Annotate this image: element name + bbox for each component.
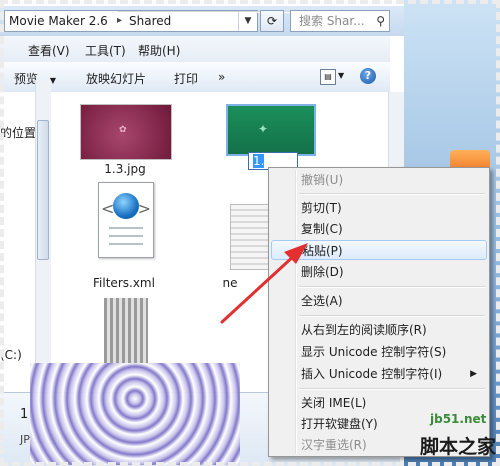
menu-item-close-ime[interactable]: 关闭 IME(L) xyxy=(271,393,487,413)
view-options-chevron-icon[interactable]: ▼ xyxy=(338,71,344,80)
menu-item-label: 粘贴(P) xyxy=(302,244,343,258)
chevron-down-icon[interactable]: ▼ xyxy=(238,11,257,31)
file-item[interactable]: < > xyxy=(92,180,156,260)
menu-item-paste[interactable]: 粘贴(P) xyxy=(271,240,487,260)
address-seg-1[interactable]: Movie Maker 2.6 xyxy=(9,11,108,31)
search-input[interactable]: 搜索 Shar... ⚲ xyxy=(290,10,390,32)
nav-scroll-thumb[interactable] xyxy=(37,120,49,260)
watermark-name: 脚本之家 xyxy=(420,436,497,458)
menu-separator xyxy=(299,193,485,195)
menu-separator xyxy=(299,286,485,288)
file-name[interactable]: Filters.xml xyxy=(74,276,174,290)
menu-item-label: 打开软键盘(Y) xyxy=(301,417,378,431)
xml-document-icon: < > xyxy=(98,182,154,258)
menu-item-label: 删除(D) xyxy=(301,265,344,279)
file-item[interactable]: ✿ xyxy=(80,104,172,160)
menu-item-rtl-reading[interactable]: 从右到左的阅读顺序(R) xyxy=(271,320,487,340)
slideshow-button[interactable]: 放映幻灯片 xyxy=(86,70,146,87)
search-icon[interactable]: ⚲ xyxy=(376,11,385,31)
menu-item-label: 插入 Unicode 控制字符(I) xyxy=(301,367,443,381)
view-options-icon[interactable]: ▤ xyxy=(320,69,336,85)
image-thumbnail-icon: ✦ xyxy=(258,122,269,136)
address-bar[interactable]: Movie Maker 2.6 ▸ Shared ▼ xyxy=(4,10,303,32)
menu-view[interactable]: 查看(V) xyxy=(28,42,70,59)
menu-item-select-all[interactable]: 全选(A) xyxy=(271,291,487,311)
globe-icon xyxy=(113,193,139,219)
search-placeholder: 搜索 Shar... xyxy=(299,14,365,28)
submenu-arrow-icon: ▶ xyxy=(470,369,477,379)
menu-item-label: 撤销(U) xyxy=(301,173,344,187)
menu-item-copy[interactable]: 复制(C) xyxy=(271,219,487,239)
toolbar: 预览 ▼ 放映幻灯片 打印 » ▤ ▼ ? xyxy=(0,62,390,93)
file-item[interactable] xyxy=(230,204,272,270)
menu-item-label: 汉字重选(R) xyxy=(301,438,367,452)
details-file-name: 1 xyxy=(20,407,29,422)
menu-item-label: 从右到左的阅读顺序(R) xyxy=(301,323,427,337)
menu-item-undo[interactable]: 撤销(U) xyxy=(271,170,487,190)
menu-item-cut[interactable]: 剪切(T) xyxy=(271,198,487,218)
help-icon[interactable]: ? xyxy=(360,68,376,84)
menu-item-delete[interactable]: 删除(D) xyxy=(271,262,487,282)
refresh-icon: ⟳ xyxy=(266,14,278,28)
menu-item-label: 关闭 IME(L) xyxy=(301,396,367,410)
image-thumbnail-icon: ✿ xyxy=(119,125,127,135)
menu-item-label: 复制(C) xyxy=(301,222,343,236)
menu-item-insert-unicode[interactable]: 插入 Unicode 控制字符(I) ▶ xyxy=(271,364,487,384)
menu-tools[interactable]: 工具(T) xyxy=(85,42,126,59)
print-button[interactable]: 打印 xyxy=(174,70,198,87)
file-item-selected[interactable]: ✦ xyxy=(226,104,316,156)
rename-text: 1. xyxy=(253,154,265,168)
file-item[interactable] xyxy=(104,298,148,368)
menu-item-label: 剪切(T) xyxy=(301,201,342,215)
menu-help[interactable]: 帮助(H) xyxy=(138,42,180,59)
menu-bar: 查看(V) 工具(T) 帮助(H) xyxy=(0,36,390,63)
nav-scrollbar[interactable] xyxy=(35,80,51,380)
refresh-button[interactable]: ⟳ xyxy=(260,10,284,32)
menu-item-show-unicode[interactable]: 显示 Unicode 控制字符(S) xyxy=(271,342,487,362)
nav-location-item[interactable]: 的位置 xyxy=(0,124,36,141)
swirl-image-overlay xyxy=(30,363,240,465)
file-name[interactable]: ne xyxy=(200,276,260,290)
nav-drive-item[interactable]: (C:) xyxy=(0,348,22,362)
watermark-site: jb51.net xyxy=(430,412,487,426)
menu-item-label: 显示 Unicode 控制字符(S) xyxy=(301,345,447,359)
toolbar-overflow-button[interactable]: » xyxy=(218,70,225,84)
menu-separator xyxy=(299,315,485,317)
menu-separator xyxy=(299,388,485,390)
file-name[interactable]: 1.3.jpg xyxy=(75,162,175,176)
menu-item-label: 全选(A) xyxy=(301,294,343,308)
address-seg-2[interactable]: Shared xyxy=(129,11,171,31)
